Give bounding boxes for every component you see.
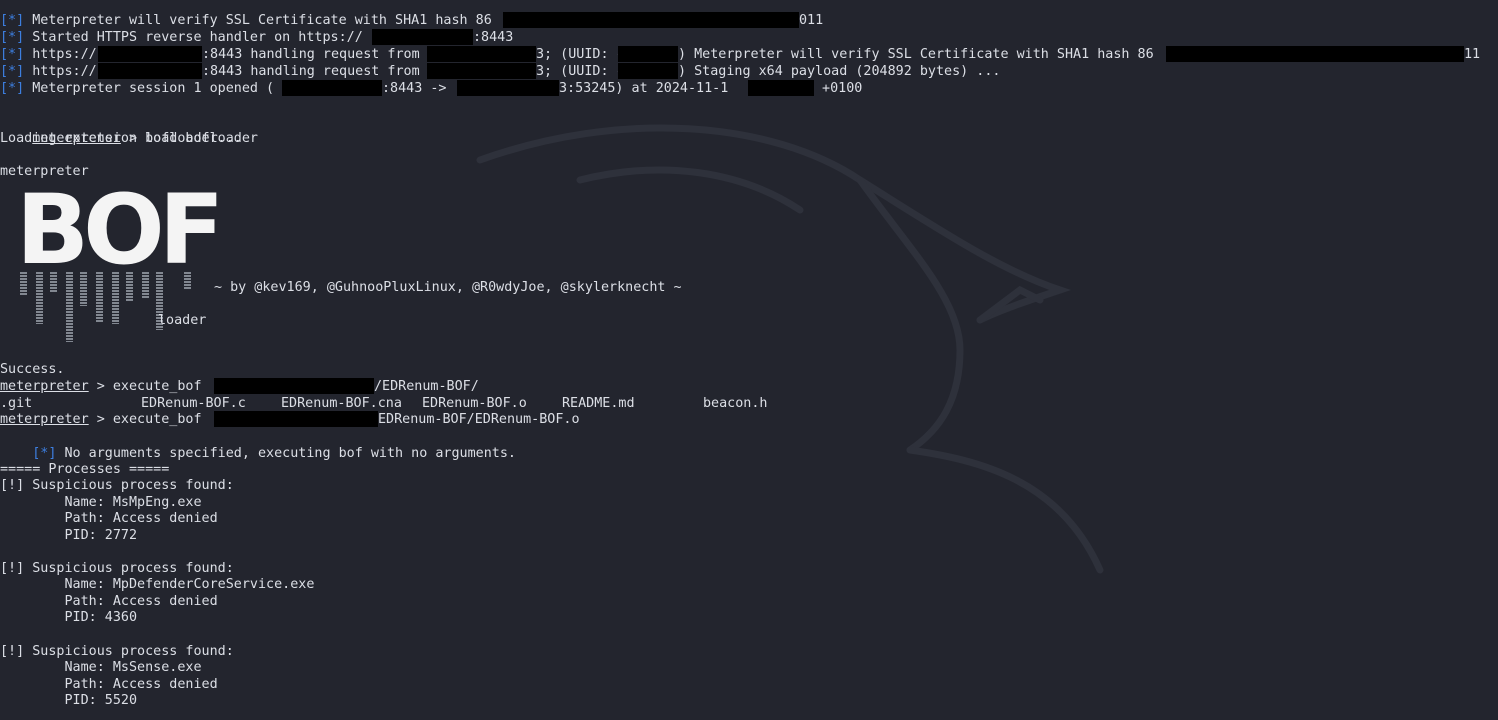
bof-logo-text: BOF <box>16 174 224 286</box>
process-entry-heading: [!] Suspicious process found: <box>0 561 234 576</box>
process-entry-heading: [!] Suspicious process found: <box>0 644 234 659</box>
redaction-bar <box>214 411 378 427</box>
output-line-no-arguments: [*] No arguments specified, executing bo… <box>32 446 516 461</box>
file-entry: EDRenum-BOF.c <box>141 396 246 411</box>
process-path: Path: Access denied <box>0 677 218 692</box>
redaction-bar <box>427 46 536 62</box>
command-line-execute-bof-2: meterpreter > execute_bof EDRenum-BOF/ED… <box>0 411 580 427</box>
processes-header: ===== Processes ===== <box>0 462 170 477</box>
bof-loader-label: loader <box>158 313 207 328</box>
redaction-bar <box>214 378 374 394</box>
file-completion-list: .git EDRenum-BOF.c EDRenum-BOF.cna EDRen… <box>0 395 900 412</box>
redaction-bar <box>98 63 202 79</box>
output-line-ssl-verify: [*] Meterpreter will verify SSL Certific… <box>0 12 824 28</box>
process-pid: PID: 5520 <box>0 693 138 708</box>
process-name: Name: MsSense.exe <box>0 660 202 675</box>
redaction-bar <box>748 80 814 96</box>
redaction-bar <box>372 29 473 45</box>
output-line-loading-extension: Loading extension bofloader... <box>0 131 242 146</box>
output-line-handling-request: [*] https:// :8443 handling request from… <box>0 46 1481 62</box>
output-line-success: Success. <box>0 362 65 377</box>
redaction-bar <box>427 63 536 79</box>
process-pid: PID: 2772 <box>0 528 138 543</box>
file-entry: beacon.h <box>703 396 768 411</box>
info-tag: [*] <box>0 13 25 28</box>
process-pid: PID: 4360 <box>0 610 138 625</box>
process-name: Name: MpDefenderCoreService.exe <box>0 577 315 592</box>
process-name: Name: MsMpEng.exe <box>0 495 202 510</box>
file-entry: EDRenum-BOF.cna <box>281 396 402 411</box>
redaction-bar <box>1166 46 1464 62</box>
redaction-bar <box>282 80 382 96</box>
output-line-session-opened: [*] Meterpreter session 1 opened ( :8443… <box>0 80 863 96</box>
command-line-load-bofloader: meterpreter > load bofloader <box>32 131 258 146</box>
output-line-staging-payload: [*] https:// :8443 handling request from… <box>0 63 1001 79</box>
redaction-bar <box>503 12 799 28</box>
redaction-bar <box>457 80 559 96</box>
bof-credit-line: ~ by @kev169, @GuhnooPluxLinux, @R0wdyJo… <box>214 280 682 295</box>
command-line-execute-bof-1: meterpreter > execute_bof /EDRenum-BOF/ <box>0 378 479 394</box>
process-entry-heading: [!] Suspicious process found: <box>0 478 234 493</box>
process-path: Path: Access denied <box>0 594 218 609</box>
terminal-window[interactable]: [*] Meterpreter will verify SSL Certific… <box>0 0 1498 720</box>
file-entry: README.md <box>562 396 635 411</box>
file-entry: .git <box>0 396 33 411</box>
meterpreter-prompt: meterpreter <box>0 412 89 427</box>
output-line-handler-started: [*] Started HTTPS reverse handler on htt… <box>0 29 514 45</box>
process-path: Path: Access denied <box>0 511 218 526</box>
meterpreter-prompt: meterpreter <box>0 379 89 394</box>
redaction-bar <box>98 46 202 62</box>
kali-dragon-watermark-icon <box>476 124 1104 574</box>
file-entry: EDRenum-BOF.o <box>422 396 527 411</box>
redaction-bar <box>618 46 678 62</box>
redaction-bar <box>618 63 678 79</box>
